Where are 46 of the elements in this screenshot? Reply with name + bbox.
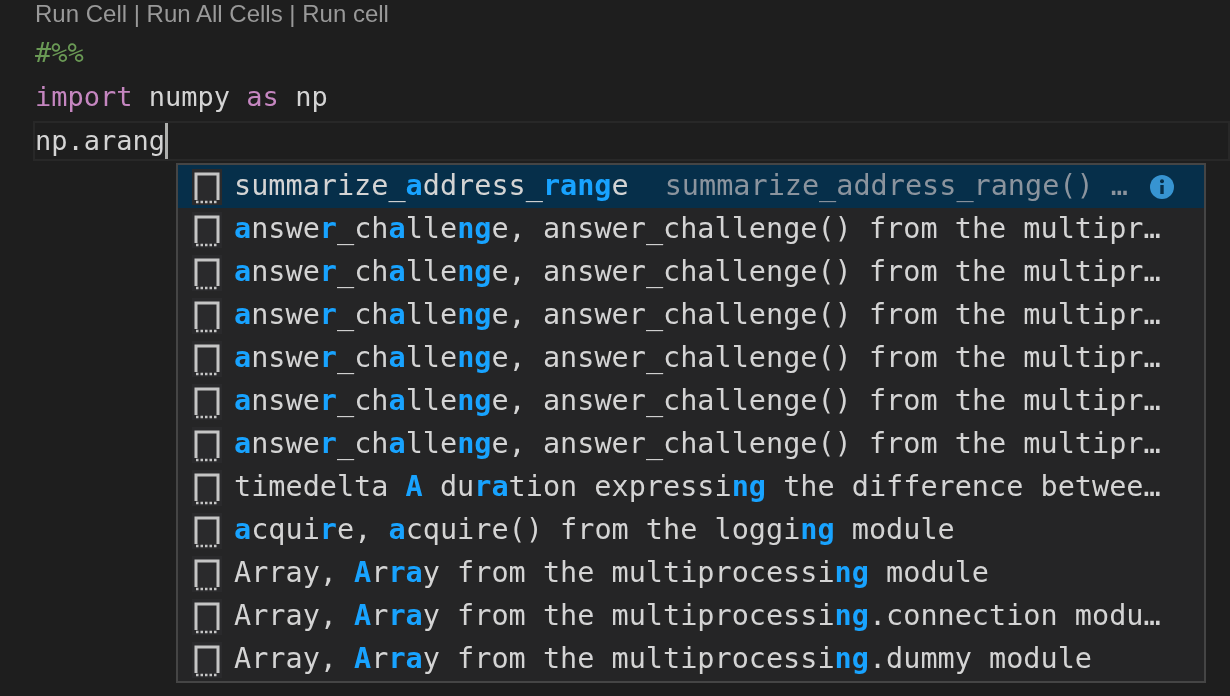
keyword-icon [192, 168, 222, 205]
suggestion-item[interactable]: summarize_address_range summarize_address_range() … [178, 165, 1204, 208]
suggestion-item[interactable]: answer_challenge, answer_challenge() from the multipr… [178, 380, 1204, 423]
keyword-icon [192, 340, 222, 377]
keyword-icon [192, 512, 222, 549]
suggestion-label: answer_challenge, answer_challenge() from the multipr… [234, 211, 1161, 248]
keyword-icon [192, 555, 222, 592]
suggestion-item[interactable]: answer_challenge, answer_challenge() from the multipr… [178, 423, 1204, 466]
keyword-icon [192, 211, 222, 248]
info-icon[interactable] [1150, 174, 1174, 199]
suggestion-item[interactable]: answer_challenge, answer_challenge() from the multipr… [178, 337, 1204, 380]
suggestion-label: answer_challenge, answer_challenge() from the multipr… [234, 426, 1161, 463]
suggestion-label: Array, Array from the multiprocessing module [234, 555, 990, 592]
code-text: np.arang [35, 123, 166, 158]
suggestion-item[interactable]: Array, Array from the multiprocessing.connection modu… [178, 595, 1204, 638]
keyword-icon [192, 426, 222, 463]
suggestion-detail: summarize_address_range() … [664, 168, 1129, 205]
suggestion-label: acquire, acquire() from the logging module [234, 512, 955, 549]
module-name: numpy [148, 79, 231, 114]
keyword-icon [192, 641, 222, 678]
keyword-icon [192, 383, 222, 420]
keyword-icon [192, 254, 222, 291]
cell-marker: #%% [35, 35, 84, 70]
codelens-links[interactable]: Run Cell | Run All Cells | Run cell [35, 0, 389, 32]
suggestion-item[interactable]: Array, Array from the multiprocessing.dummy module [178, 638, 1204, 681]
suggestion-item[interactable]: acquire, acquire() from the logging module [178, 509, 1204, 552]
keyword-icon [192, 297, 222, 334]
suggestion-label: summarize_address_range [234, 168, 629, 205]
suggestion-label: answer_challenge, answer_challenge() from the multipr… [234, 383, 1161, 420]
suggestion-item[interactable]: timedelta A duration expressing the difference betwee… [178, 466, 1204, 509]
keyword-icon [192, 598, 222, 635]
suggestion-item[interactable]: Array, Array from the multiprocessing module [178, 552, 1204, 595]
suggestion-label: answer_challenge, answer_challenge() from the multipr… [234, 297, 1161, 334]
suggestion-label: Array, Array from the multiprocessing.connection modu… [234, 598, 1161, 635]
suggestion-item[interactable]: answer_challenge, answer_challenge() from the multipr… [178, 251, 1204, 294]
text-cursor [165, 123, 169, 159]
keyword: as [246, 79, 279, 114]
suggestion-label: answer_challenge, answer_challenge() from the multipr… [234, 340, 1161, 377]
alias-name: np [295, 79, 328, 114]
suggestion-label: timedelta A duration expressing the difference betwee… [234, 469, 1161, 506]
suggestion-item[interactable]: answer_challenge, answer_challenge() from the multipr… [178, 294, 1204, 337]
keyword: import [35, 79, 133, 114]
suggestion-item[interactable]: answer_challenge, answer_challenge() from the multipr… [178, 208, 1204, 251]
suggestion-label: Array, Array from the multiprocessing.dummy module [234, 641, 1092, 678]
suggestion-label: answer_challenge, answer_challenge() from the multipr… [234, 254, 1161, 291]
keyword-icon [192, 469, 222, 506]
